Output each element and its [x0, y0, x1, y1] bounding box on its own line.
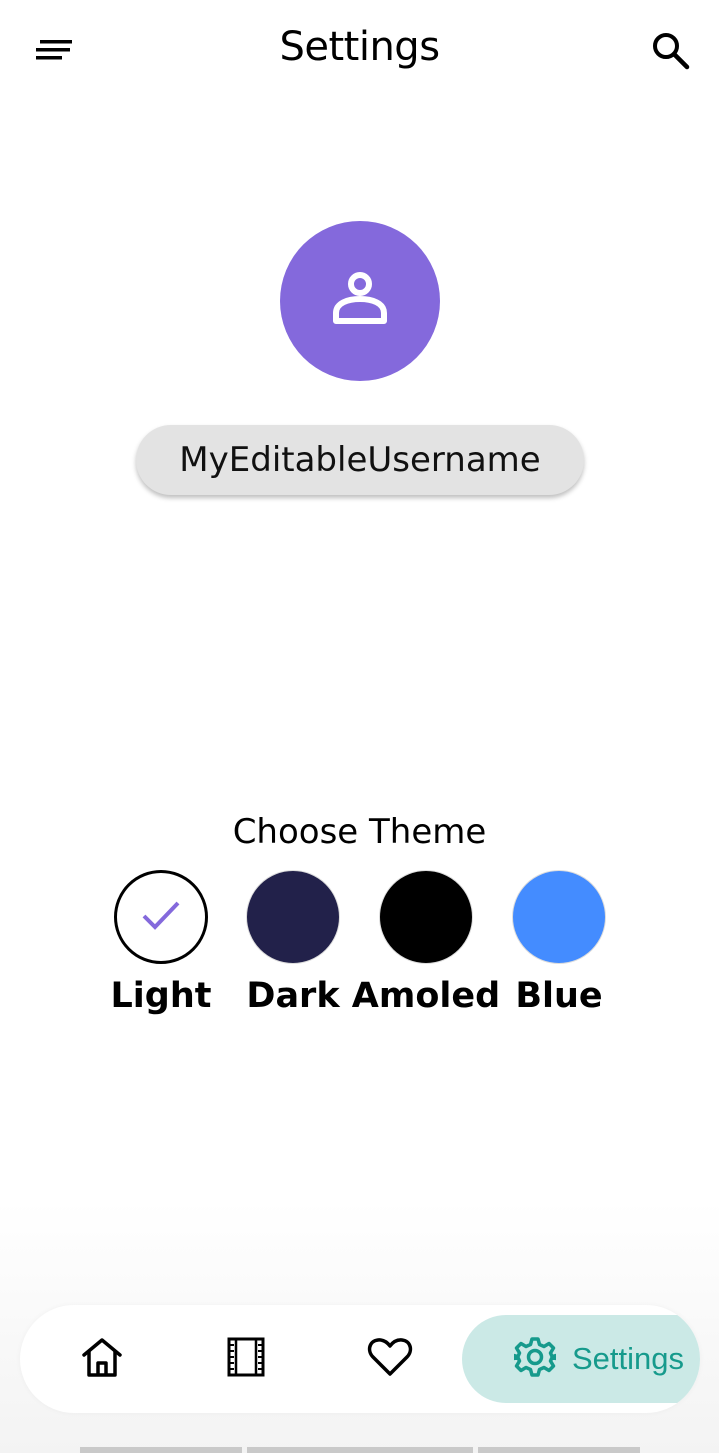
- theme-swatch-amoled[interactable]: [379, 870, 473, 964]
- avatar[interactable]: [280, 221, 440, 381]
- bottom-nav: Settings: [20, 1305, 700, 1413]
- gear-icon: [510, 1336, 560, 1382]
- nav-settings[interactable]: Settings: [462, 1315, 700, 1403]
- username-field[interactable]: MyEditableUsername: [136, 425, 584, 495]
- settings-screen: Settings MyEditableUsername Choose Theme: [0, 0, 719, 1453]
- check-icon: [141, 899, 181, 935]
- theme-option-dark[interactable]: Dark: [223, 870, 363, 1016]
- theme-option-blue[interactable]: Blue: [489, 870, 629, 1016]
- person-icon: [330, 271, 390, 331]
- home-indicator-segment: [478, 1447, 640, 1453]
- theme-label-dark: Dark: [246, 976, 340, 1016]
- home-icon: [80, 1336, 124, 1382]
- theme-swatch-dark[interactable]: [246, 870, 340, 964]
- home-indicator-segment: [247, 1447, 473, 1453]
- theme-heading: Choose Theme: [232, 812, 487, 852]
- theme-option-light[interactable]: Light: [91, 870, 231, 1016]
- search-icon: [651, 31, 691, 75]
- film-icon: [226, 1336, 266, 1382]
- search-button[interactable]: [648, 30, 694, 76]
- page-title: Settings: [279, 24, 440, 70]
- theme-option-amoled[interactable]: Amoled: [352, 870, 500, 1016]
- theme-label-amoled: Amoled: [351, 976, 501, 1016]
- nav-home[interactable]: [52, 1305, 152, 1413]
- nav-favorites[interactable]: [340, 1305, 440, 1413]
- theme-label-blue: Blue: [515, 976, 603, 1016]
- theme-swatch-blue[interactable]: [512, 870, 606, 964]
- theme-swatch-light[interactable]: [114, 870, 208, 964]
- home-indicator-segment: [80, 1447, 242, 1453]
- nav-movies[interactable]: [196, 1305, 296, 1413]
- theme-label-light: Light: [110, 976, 212, 1016]
- heart-icon: [367, 1337, 413, 1381]
- nav-settings-label: Settings: [572, 1341, 685, 1376]
